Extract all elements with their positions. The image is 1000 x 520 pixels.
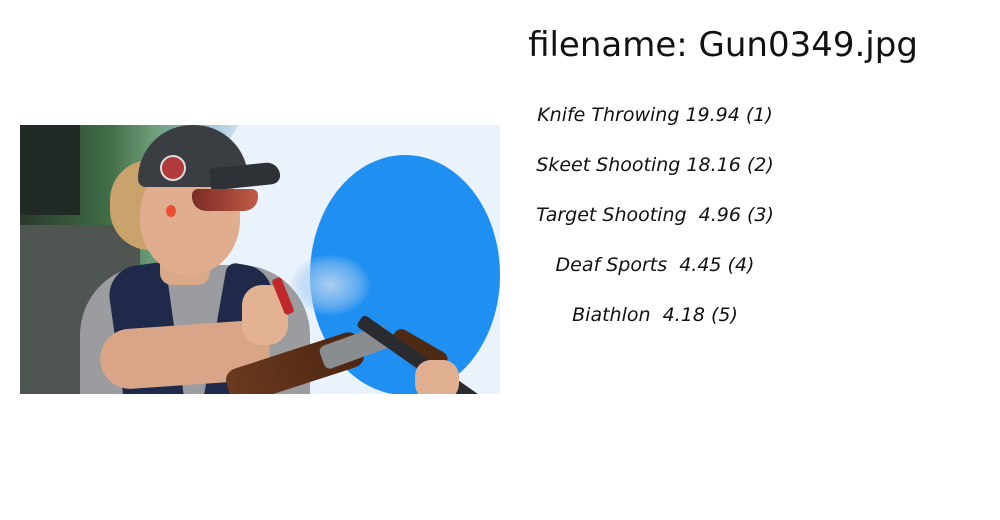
prediction-item-2: Skeet Shooting 18.16 (2) — [536, 154, 774, 176]
prediction-item-1: Knife Throwing 19.94 (1) — [537, 104, 773, 126]
photo-shooting-glasses — [192, 189, 258, 211]
prediction-item-4: Deaf Sports 4.45 (4) — [555, 254, 755, 276]
prediction-item-5: Biathlon 4.18 (5) — [572, 304, 738, 326]
prediction-list: Knife Throwing 19.94 (1) Skeet Shooting … — [520, 98, 790, 348]
prediction-item-3: Target Shooting 4.96 (3) — [536, 204, 774, 226]
photo-cap-logo — [160, 155, 186, 181]
filename-title: filename: Gun0349.jpg — [528, 25, 918, 65]
photo-earplug — [166, 205, 176, 217]
photo-hand-forend — [415, 360, 459, 394]
photo-background-shadow — [20, 125, 80, 215]
athlete-photo — [20, 125, 500, 394]
